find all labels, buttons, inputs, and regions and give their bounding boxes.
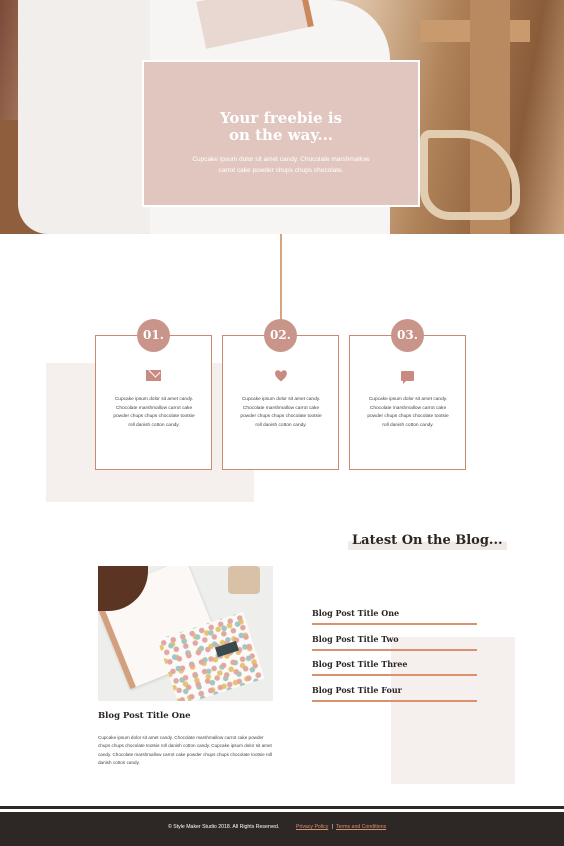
step-text: Cupcake ipsum dolor sit amet candy. Choc…	[240, 397, 322, 428]
hero-card: Your freebie is on the way... Cupcake ip…	[142, 60, 420, 207]
step-card-2: 02. Cupcake ipsum dolor sit amet candy. …	[222, 319, 339, 470]
hero-title: Your freebie is on the way...	[220, 109, 342, 144]
terms-link[interactable]: Terms and Conditions	[336, 824, 386, 830]
featured-post-excerpt: Cupcake ipsum dolor sit amet candy. Choc…	[98, 735, 273, 765]
featured-post-title[interactable]: Blog Post Title One	[98, 711, 191, 721]
step-number-badge: 02.	[264, 319, 297, 352]
footer-separator: |	[332, 824, 334, 830]
list-item[interactable]: Blog Post Title Two	[312, 629, 477, 655]
blog-post-list: Blog Post Title One Blog Post Title Two …	[312, 603, 477, 705]
list-item[interactable]: Blog Post Title Three	[312, 654, 477, 680]
featured-post-image[interactable]	[98, 566, 273, 701]
footer-divider	[0, 806, 564, 809]
step-number-badge: 01.	[137, 319, 170, 352]
step-number-badge: 03.	[391, 319, 424, 352]
step-text: Cupcake ipsum dolor sit amet candy. Choc…	[113, 397, 195, 428]
heart-icon	[223, 369, 338, 386]
footer: © Style Maker Studio 2018. All Rights Re…	[0, 812, 564, 846]
hero-body: Cupcake ipsum dolor sit amet candy. Choc…	[192, 156, 370, 174]
privacy-policy-link[interactable]: Privacy Policy	[296, 824, 328, 830]
step-card-3: 03. Cupcake ipsum dolor sit amet candy. …	[349, 319, 466, 470]
list-item[interactable]: Blog Post Title Four	[312, 680, 477, 706]
blog-post-link[interactable]: Blog Post Title One	[312, 608, 399, 618]
step-text: Cupcake ipsum dolor sit amet candy. Choc…	[367, 397, 449, 428]
step-card-1: 01. Cupcake ipsum dolor sit amet candy. …	[95, 319, 212, 470]
chat-icon	[350, 369, 465, 385]
mail-icon	[96, 369, 211, 385]
connector-line	[280, 234, 282, 322]
blog-post-link[interactable]: Blog Post Title Three	[312, 659, 407, 669]
photo-cup	[228, 566, 260, 594]
list-item[interactable]: Blog Post Title One	[312, 603, 477, 629]
blog-section-heading: Latest On the Blog...	[348, 531, 507, 550]
footer-copyright: © Style Maker Studio 2018. All Rights Re…	[168, 824, 280, 830]
blog-post-link[interactable]: Blog Post Title Four	[312, 685, 402, 695]
blog-post-link[interactable]: Blog Post Title Two	[312, 634, 399, 644]
